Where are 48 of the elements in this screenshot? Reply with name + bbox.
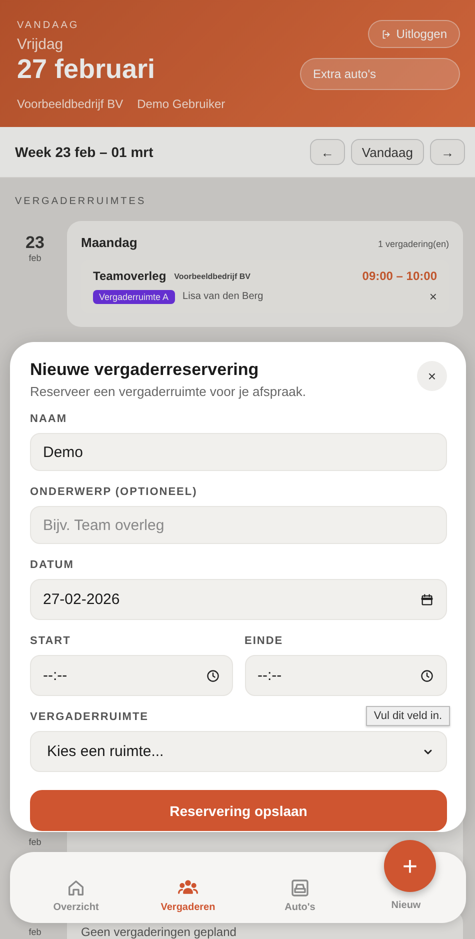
time-field[interactable]: --:-- [30,655,232,696]
date-field[interactable]: 27-02-2026 [30,579,447,620]
logout-icon [381,28,392,40]
meeting-count: 1 vergadering(en) [378,239,449,249]
input-field[interactable]: Bijv. Team overleg [30,506,447,544]
room-tag: Vergaderruimte A [93,290,175,304]
month-label: feb [28,837,42,847]
home-icon [66,878,86,898]
meeting-time: 09:00 – 10:00 [362,269,437,283]
save-button[interactable]: Reservering opslaan [30,790,447,831]
empty-message: Geen vergaderingen gepland [81,925,238,939]
previous-week-button[interactable]: ← [310,139,345,165]
input-field[interactable]: Demo [30,433,447,471]
meeting-company: Voorbeeldbedrijf BV [174,272,250,280]
close-button[interactable]: × [417,361,447,391]
car-icon [290,878,310,898]
day-number: 23 [24,233,46,253]
meeting-title: Teamoverleg [93,269,166,283]
modal-title: Nieuwe vergaderreservering [30,360,260,380]
field-label: START [30,635,71,647]
date-title: 27 februari [17,54,156,85]
month-label: feb [28,927,42,937]
field-label: NAAM [30,413,67,425]
field-label: EINDE [244,635,284,647]
field-label: DATUM [30,559,74,571]
eyebrow-label: VANDAAG [17,20,80,31]
company-name: Voorbeeldbedrijf BV [17,97,124,111]
next-week-button[interactable]: → [430,139,465,165]
weekday-label: Vrijdag [17,36,64,53]
nav-tab[interactable]: Vergaderen [132,862,244,914]
week-label: Week 23 feb – 01 mrt [15,144,154,160]
month-label: feb [28,253,42,263]
clock-icon [206,668,220,682]
time-field[interactable]: --:-- [244,655,447,696]
room-select[interactable]: Kies een ruimte... [30,731,447,772]
user-name: Demo Gebruiker [137,97,226,111]
delete-button[interactable]: × [429,289,437,304]
calendar-icon [420,592,434,606]
field-label: VERGADERRUIMTE [30,711,149,723]
section-label: VERGADERRUIMTES [15,196,148,207]
modal-subtitle: Reserveer een vergaderruimte voor je afspraak. [30,384,306,399]
nav-label: Nieuw [391,900,421,911]
validation-tooltip: Vul dit veld in. [366,706,450,726]
today-button[interactable]: Vandaag [350,139,424,165]
person-name: Lisa van den Berg [182,291,264,302]
weekday-title: Maandag [81,235,138,250]
clock-icon [420,668,434,682]
field-label: ONDERWERP (OPTIONEEL) [30,486,198,498]
